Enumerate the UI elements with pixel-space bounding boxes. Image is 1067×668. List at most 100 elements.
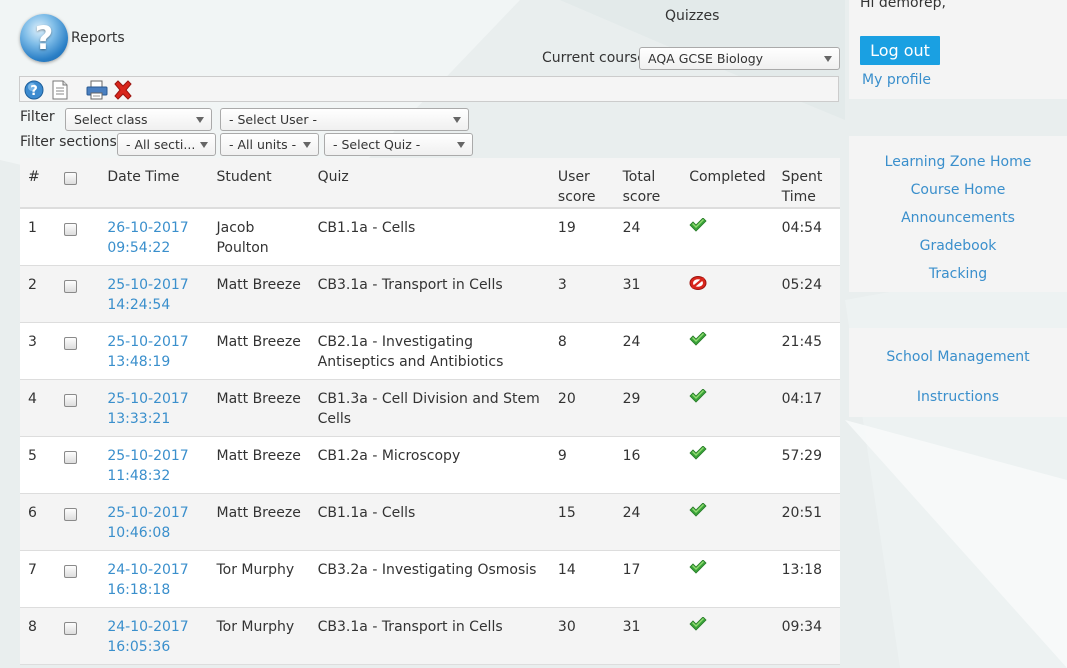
attempt-time-link[interactable]: 16:18:18 xyxy=(107,582,170,598)
row-student: Jacob Poulton xyxy=(208,208,310,266)
row-user-score: 30 xyxy=(549,607,615,665)
row-completed xyxy=(681,550,774,608)
my-profile-link[interactable]: My profile xyxy=(862,72,931,88)
row-checkbox[interactable] xyxy=(63,336,77,350)
row-user-score: 14 xyxy=(549,550,615,608)
attempt-date-link[interactable]: 24-10-2017 xyxy=(107,562,188,578)
row-completed xyxy=(681,607,774,665)
document-icon[interactable] xyxy=(49,79,71,101)
row-user-score: 8 xyxy=(549,322,615,380)
table-header-row: # Date Time Student Quiz User score Tota… xyxy=(20,158,840,209)
attempt-date-link[interactable]: 25-10-2017 xyxy=(107,505,188,521)
reports-link[interactable]: Reports xyxy=(71,30,125,46)
row-select-cell xyxy=(55,208,100,266)
col-header-spent-time[interactable]: Spent Time xyxy=(773,158,840,209)
row-datetime: 25-10-2017 10:46:08 xyxy=(99,493,209,551)
row-quiz: CB2.1a - Investigating Antiseptics and A… xyxy=(309,322,550,380)
attempt-time-link[interactable]: 14:24:54 xyxy=(107,297,170,313)
chevron-down-icon xyxy=(196,117,204,123)
row-checkbox[interactable] xyxy=(63,223,77,236)
greeting-text: Hi demorep, xyxy=(860,0,946,11)
row-checkbox[interactable] xyxy=(63,393,77,407)
course-select-value: AQA GCSE Biology xyxy=(648,51,764,66)
row-number: 7 xyxy=(20,550,56,608)
row-completed xyxy=(681,493,774,551)
row-select-cell xyxy=(55,550,100,608)
table-row: 5 25-10-2017 11:48:32 Matt Breeze CB1.2a - M… xyxy=(20,436,840,494)
filter-sections-label: Filter sections xyxy=(20,134,117,150)
row-number: 5 xyxy=(20,436,56,494)
attempt-date-link[interactable]: 25-10-2017 xyxy=(107,277,188,293)
row-select-cell xyxy=(55,493,100,551)
row-completed xyxy=(681,379,774,437)
col-header-quiz[interactable]: Quiz xyxy=(309,158,550,209)
row-quiz: CB3.1a - Transport in Cells xyxy=(309,607,550,665)
row-total-score: 29 xyxy=(614,379,682,437)
nav-learning-zone-home[interactable]: Learning Zone Home xyxy=(849,154,1067,170)
nav-tracking[interactable]: Tracking xyxy=(849,266,1067,282)
help-question-icon[interactable]: ? xyxy=(20,14,68,62)
logout-button[interactable]: Log out xyxy=(860,36,940,65)
select-all-checkbox[interactable] xyxy=(63,172,77,185)
row-quiz: CB1.2a - Microscopy xyxy=(309,436,550,494)
row-student: Matt Breeze xyxy=(208,493,310,551)
attempt-time-link[interactable]: 13:48:19 xyxy=(107,354,170,370)
attempt-time-link[interactable]: 13:33:21 xyxy=(107,411,170,427)
page-title: Quizzes xyxy=(665,8,720,24)
delete-icon[interactable] xyxy=(112,79,134,101)
attempt-date-link[interactable]: 26-10-2017 xyxy=(107,220,188,236)
row-total-score: 24 xyxy=(614,493,682,551)
nav-announcements[interactable]: Announcements xyxy=(849,210,1067,226)
help-icon[interactable]: ? xyxy=(23,79,45,101)
col-header-total-score[interactable]: Total score xyxy=(614,158,682,209)
col-header-student[interactable]: Student xyxy=(208,158,310,209)
checkmark-icon xyxy=(689,558,707,578)
row-datetime: 24-10-2017 16:18:18 xyxy=(99,550,209,608)
attempt-date-link[interactable]: 25-10-2017 xyxy=(107,391,188,407)
row-quiz: CB1.3a - Cell Division and Stem Cells xyxy=(309,379,550,437)
nav-instructions[interactable]: Instructions xyxy=(849,389,1067,405)
attempt-date-link[interactable]: 25-10-2017 xyxy=(107,448,188,464)
results-table: # Date Time Student Quiz User score Tota… xyxy=(20,158,840,665)
row-checkbox[interactable] xyxy=(63,450,77,464)
row-user-score: 20 xyxy=(549,379,615,437)
row-completed xyxy=(681,265,774,323)
attempt-time-link[interactable]: 10:46:08 xyxy=(107,525,170,541)
row-user-score: 9 xyxy=(549,436,615,494)
quiz-select[interactable]: - Select Quiz - xyxy=(324,133,473,156)
row-student: Matt Breeze xyxy=(208,322,310,380)
course-label: Current course xyxy=(542,50,646,66)
col-header-completed[interactable]: Completed xyxy=(681,158,774,209)
main-content: ? Reports Quizzes Current course AQA GCS… xyxy=(0,0,845,668)
user-select[interactable]: - Select User - xyxy=(220,108,469,131)
col-header-user-score[interactable]: User score xyxy=(549,158,615,209)
row-user-score: 15 xyxy=(549,493,615,551)
user-panel: Hi demorep, Log out My profile xyxy=(849,0,1067,99)
course-select[interactable]: AQA GCSE Biology xyxy=(639,47,840,70)
attempt-date-link[interactable]: 24-10-2017 xyxy=(107,619,188,635)
table-row: 8 24-10-2017 16:05:36 Tor Murphy CB3.1a - Tr… xyxy=(20,607,840,665)
row-total-score: 31 xyxy=(614,265,682,323)
units-select[interactable]: - All units - xyxy=(220,133,319,156)
checkmark-icon xyxy=(689,217,707,236)
class-select[interactable]: Select class xyxy=(65,108,212,131)
row-checkbox[interactable] xyxy=(63,621,77,635)
row-checkbox[interactable] xyxy=(63,564,77,578)
col-header-datetime[interactable]: Date Time xyxy=(99,158,209,209)
attempt-time-link[interactable]: 16:05:36 xyxy=(107,639,170,655)
attempt-time-link[interactable]: 09:54:22 xyxy=(107,240,170,256)
svg-text:?: ? xyxy=(30,84,38,99)
print-icon[interactable] xyxy=(86,79,108,101)
row-checkbox[interactable] xyxy=(63,279,77,293)
table-body: 1 26-10-2017 09:54:22 Jacob Poulton CB1.1a -… xyxy=(20,208,840,665)
school-nav-panel: School Management Instructions xyxy=(849,328,1067,417)
attempt-time-link[interactable]: 11:48:32 xyxy=(107,468,170,484)
nav-school-management[interactable]: School Management xyxy=(849,349,1067,365)
row-completed xyxy=(681,322,774,380)
nav-gradebook[interactable]: Gradebook xyxy=(849,238,1067,254)
row-checkbox[interactable] xyxy=(63,507,77,521)
nav-course-home[interactable]: Course Home xyxy=(849,182,1067,198)
row-user-score: 19 xyxy=(549,208,615,266)
sections-select[interactable]: - All secti... xyxy=(117,133,216,156)
attempt-date-link[interactable]: 25-10-2017 xyxy=(107,334,188,350)
